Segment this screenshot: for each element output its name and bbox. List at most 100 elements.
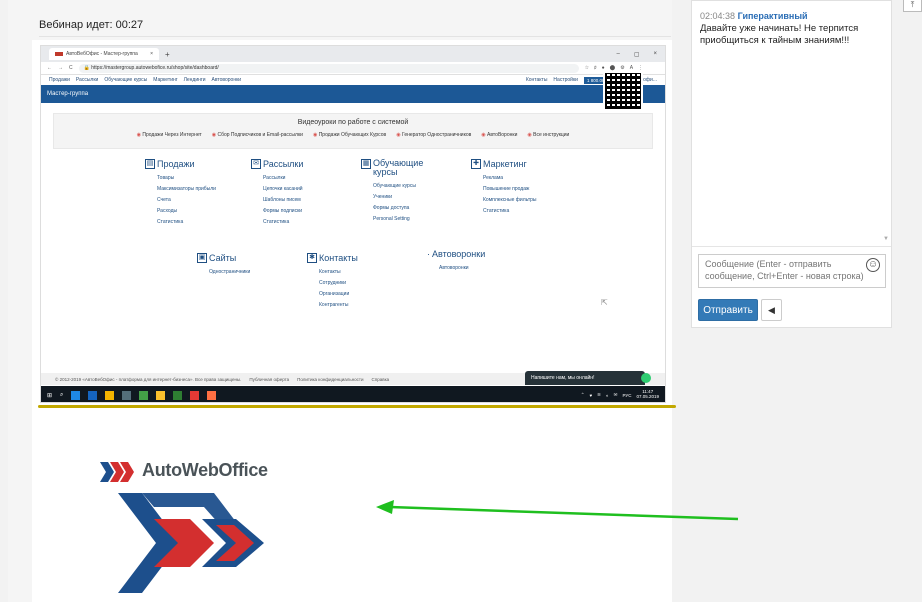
chat-log[interactable]: 02:04:38 Гиперактивный Давайте уже начин… [692,1,891,247]
taskbar-app-icon [190,390,200,400]
tray-icon: ✉ [613,392,618,397]
category-funnels: · Автоворонки Автоворонки [427,249,485,276]
footer-link: Политика конфиденциальности [297,376,364,382]
browser-tabbar: АвтоВебОфис - Мастер-группа × + – ▢ × [41,46,665,62]
mail-icon: ✉ [251,159,261,169]
fullscreen-icon[interactable]: ⤒ [903,0,922,12]
category-marketing: ✚ Маркетинг Реклама Повышение продаж Комп… [471,159,537,219]
clock: 11:47 07.05.2019 [636,389,659,400]
forward-icon: → [58,65,63,71]
new-tab-icon: + [165,49,170,59]
start-icon: ⊞ [47,392,53,399]
topnav-item: Контакты [525,77,548,83]
sound-button[interactable]: ◀ [761,299,782,321]
lock-icon: 🔒 [83,65,92,71]
logo-big-chevron-icon [118,493,264,593]
topnav-item: Продажи [49,77,70,83]
window-controls: – ▢ × [616,51,665,58]
category-title: Маркетинг [483,159,527,169]
category-link: Цепочки касаний [263,186,303,192]
video-link: Все инструкции [527,132,569,138]
video-lessons-box: Видеоуроки по работе с системой Продажи … [53,113,653,149]
taskbar-app-icon [122,390,132,400]
tray-icon: ♥ [589,392,593,398]
screen-share: АвтоВебОфис - Мастер-группа × + – ▢ × ← … [40,45,666,403]
chat-panel: 02:04:38 Гиперактивный Давайте уже начин… [691,0,892,328]
category-title: Сайты [209,253,237,263]
topnav-item: Маркетинг [153,77,178,83]
reload-icon: C [69,65,73,71]
taskbar-app-icon [156,390,166,400]
topnav-item: Настройки [553,77,578,83]
topnav-item: Рассылки [75,77,99,83]
category-link: Комплексные фильтры [483,197,537,203]
scroll-down-icon[interactable]: ▼ [883,236,889,242]
category-title: Рассылки [263,159,304,169]
footer-link: Публичная оферта [249,376,290,382]
logo-text: AutoWebOffice [142,460,268,480]
autowebooffice-logo: AutoWebOffice [100,458,380,602]
emoji-icon[interactable]: ☺ [866,258,880,272]
video-link: Продажи Через Интернет [137,132,201,138]
green-arrow-icon [376,500,739,521]
category-link: Рассылки [263,175,286,181]
send-button[interactable]: Отправить [698,299,758,321]
highlight-underline [38,405,676,408]
message-text: Давайте уже начинать! Не терпится приобщ… [700,23,859,47]
sales-icon: ▤ [145,159,155,169]
tab-logo-icon [55,52,63,56]
taskbar-app-icon [105,390,115,400]
taskbar-app-icon [88,390,98,400]
message-input[interactable] [698,254,886,288]
category-link: Автоворонки [439,265,469,271]
courses-icon: ▦ [361,159,371,169]
category-courses: ▦ Обучающие курсы Обучающие курсы Ученики… [361,159,433,227]
category-link: Товары [157,175,175,181]
qr-code-icon [603,71,643,111]
clock-date: 07.05.2019 [636,394,659,399]
video-link: Генератор Одностраничников [396,132,471,138]
tab-close-icon: × [150,51,153,57]
category-link: Контакты [319,269,341,275]
marketing-icon: ✚ [471,159,481,169]
category-title: Обучающие курсы [373,158,424,177]
video-lessons-title: Видеоуроки по работе с системой [297,119,409,126]
close-icon: × [653,50,657,57]
category-link: Одностраничники [209,269,251,275]
message-author: Гиперактивный [737,11,808,21]
system-tray: ⌃ ♥ ≋ ◐ ✉ РУС 11:47 07.05.2019 [581,389,659,400]
category-title: Автоворонки [432,249,486,259]
category-contacts: ✱ Контакты Контакты Сотрудники Организаци… [307,253,358,313]
category-link: Статистика [263,219,290,225]
category-link: Контрагенты [319,302,349,308]
category-link: Статистика [157,219,184,225]
webinar-panel: Вебинар идет: 00:27 АвтоВебОфис - Мастер… [8,0,739,602]
sites-icon: ▣ [197,253,207,263]
site-topnav: Продажи Рассылки Обучающие курсы Маркети… [41,75,665,85]
category-title: Контакты [319,253,358,263]
taskbar-app-icon [71,390,81,400]
funnels-icon: · [427,249,430,259]
taskbar-app-icon [173,390,183,400]
category-link: Повышение продаж [483,186,530,192]
category-link: Формы доступа [373,205,410,211]
minimize-icon: – [616,50,620,57]
address-bar: 🔒 https://mastergroup.autowebofice.ru/sh… [78,63,579,73]
footer-link: Справка [371,376,390,382]
category-link: Расходы [157,208,178,214]
taskbar: ⊞ ⌕ ⌃ ♥ ≋ ◐ ✉ РУС 11:47 07.05.2019 [41,386,665,402]
category-sales: ▤ Продажи Товары Максимизаторы прибыли Сч… [145,159,216,230]
logo-chevron-icon [100,462,134,482]
category-link: Реклама [483,175,504,181]
category-area: ▤ Продажи Товары Максимизаторы прибыли Сч… [41,149,665,399]
taskbar-app-icon [139,390,149,400]
site-header: Мастер-группа [41,85,665,103]
tray-icon: ≋ [597,392,601,397]
search-icon: ⌕ [60,391,64,398]
message-timestamp: 02:04:38 [700,11,736,21]
browser-tab: АвтоВебОфис - Мастер-группа × [49,48,159,60]
message-meta: 02:04:38 Гиперактивный [700,11,808,21]
bookmark-icon: ☆ [584,65,590,71]
webinar-status: Вебинар идет: 00:27 [39,19,144,31]
category-link: Ученики [373,194,393,200]
